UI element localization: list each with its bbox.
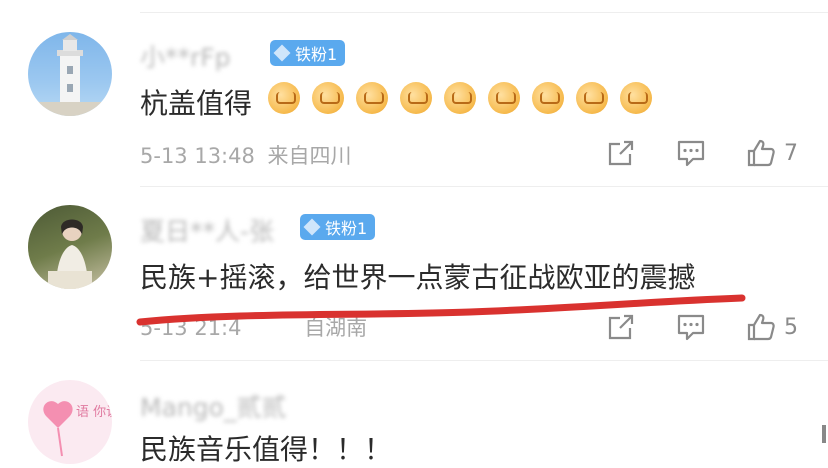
avatar[interactable]: 语 你说 <box>28 380 112 464</box>
red-underline-annotation <box>136 294 746 326</box>
scrollbar[interactable] <box>822 425 826 443</box>
comment-text: 民族音乐值得！！！ <box>140 433 393 466</box>
avatar-text: 语 你说 <box>76 405 112 420</box>
balloon-avatar: 语 你说 <box>43 401 112 457</box>
username[interactable]: Mango_贰贰 <box>140 388 286 424</box>
comment-divider <box>140 360 828 361</box>
